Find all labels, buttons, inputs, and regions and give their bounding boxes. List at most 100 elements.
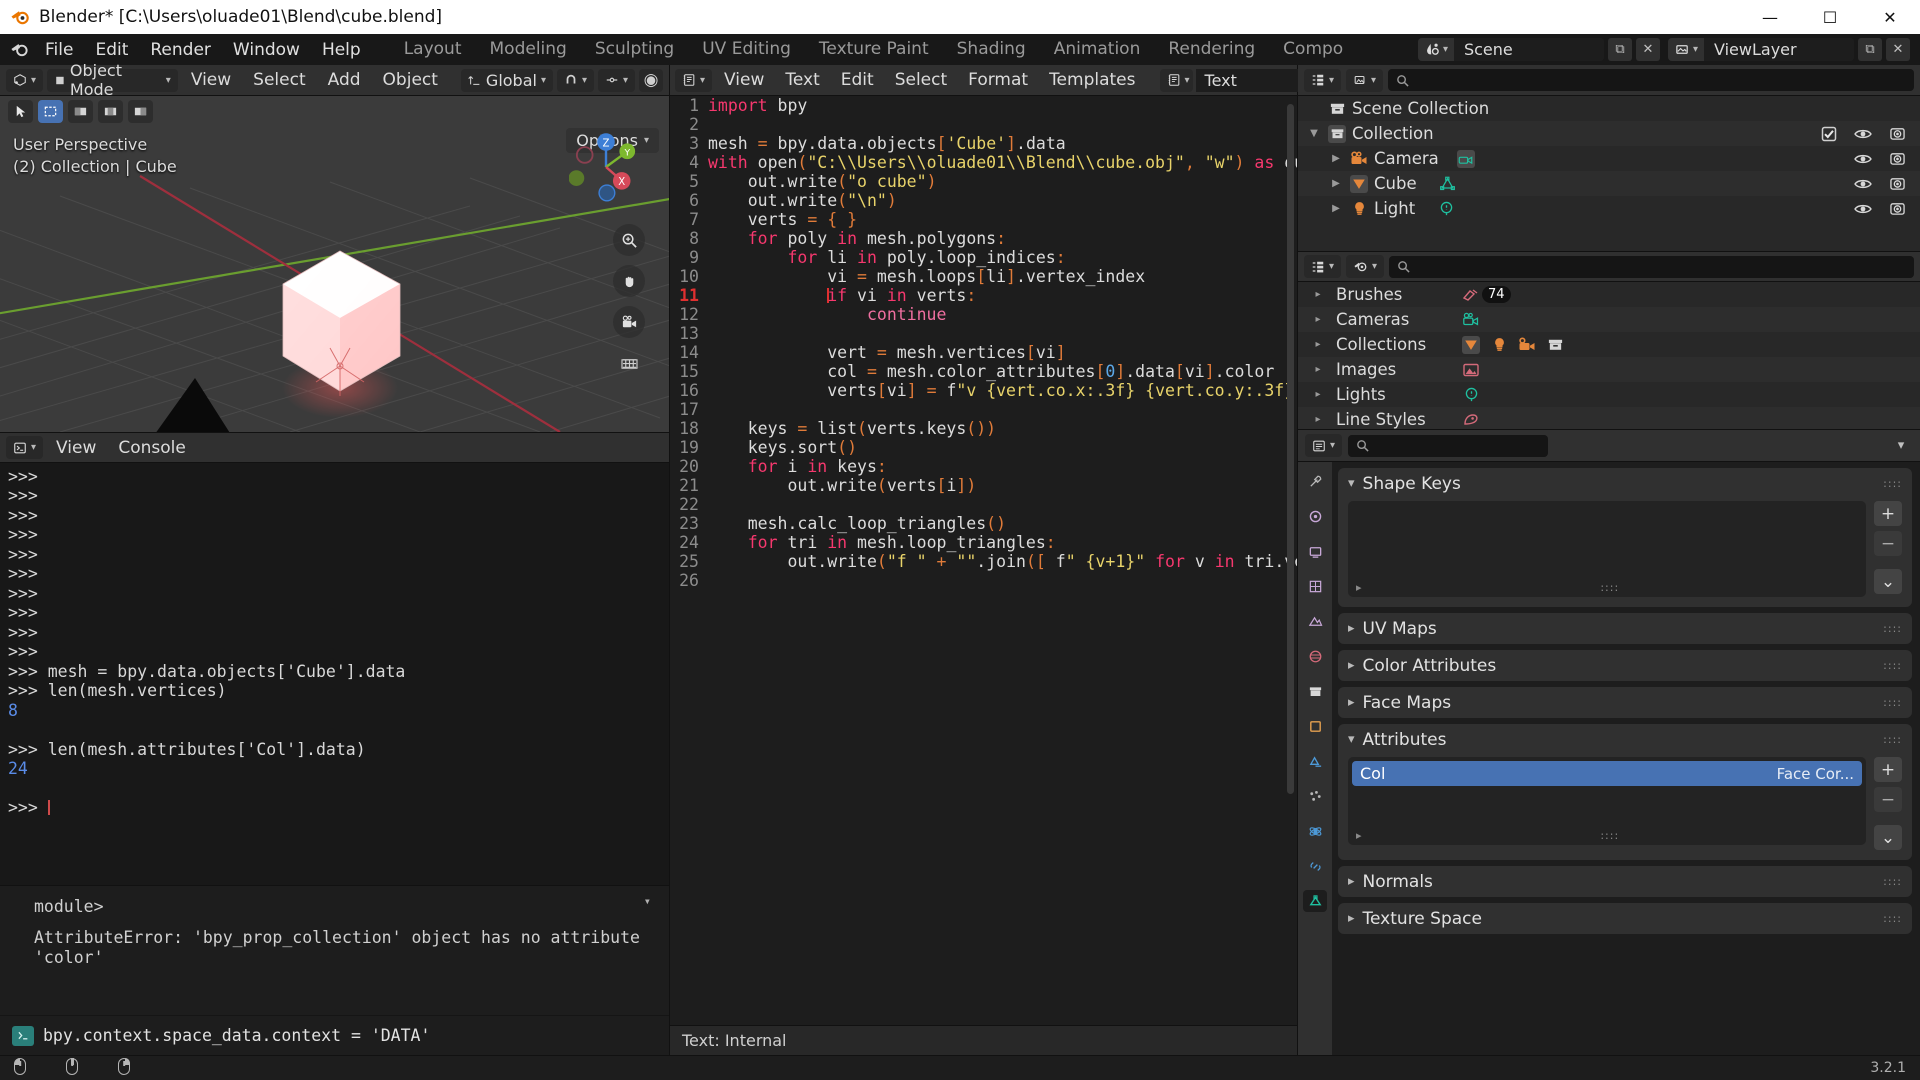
expand-arrow[interactable]: ▸ [1310,414,1326,425]
expand-arrow[interactable]: ▸ [1310,364,1326,375]
properties-tab-particles[interactable] [1303,785,1327,807]
code-line[interactable]: 8 for poly in mesh.polygons: [670,229,1297,248]
viewlayer-name-field[interactable]: ViewLayer [1704,38,1854,61]
outliner-tree[interactable]: Scene Collection ▼ Collection ▶ Camera ▶… [1298,96,1920,251]
menu-edit[interactable]: Edit [84,37,139,63]
text-menu-edit[interactable]: Edit [832,68,883,92]
code-line[interactable]: 14 vert = mesh.vertices[vi] [670,343,1297,362]
menu-help[interactable]: Help [311,37,372,63]
viewlayer-selector[interactable]: ▾ ViewLayer [1667,38,1854,61]
code-line[interactable]: 23 mesh.calc_loop_triangles() [670,514,1297,533]
panel-header-shape-keys[interactable]: ▾ Shape Keys :::: [1338,468,1912,499]
panel-header-face-maps[interactable]: ▸ Face Maps :::: [1338,687,1912,718]
navigation-gizmo[interactable]: Z Y X [569,130,643,204]
drag-handle-icon[interactable]: :::: [1883,622,1902,635]
editor-type-3dview-icon[interactable]: ▾ [6,68,44,92]
panel-header-attributes[interactable]: ▾ Attributes :::: [1338,724,1912,755]
text-menu-format[interactable]: Format [959,68,1037,92]
code-line[interactable]: 24 for tri in mesh.loop_triangles: [670,533,1297,552]
code-line[interactable]: 6 out.write("\n") [670,191,1297,210]
drag-handle-icon[interactable]: :::: [1883,875,1902,888]
code-line[interactable]: 5 out.write("o cube") [670,172,1297,191]
remove-viewlayer-button[interactable]: ✕ [1886,38,1910,61]
expand-arrow-cube[interactable]: ▶ [1328,178,1344,189]
resize-grip-icon[interactable]: :::: [1600,829,1619,842]
scene-name-field[interactable]: Scene [1453,38,1604,61]
expand-arrow-collection[interactable]: ▼ [1306,128,1322,139]
resize-grip-icon[interactable]: :::: [1600,581,1619,594]
outliner-search-input[interactable] [1388,69,1914,91]
proportional-falloff-icon[interactable]: ◉ [639,68,663,92]
properties-tab-physics[interactable] [1303,820,1327,842]
checkbox-enabled-icon[interactable] [1820,125,1838,143]
camera-render-icon[interactable] [1888,175,1906,193]
editor-type-outliner-icon[interactable]: ▾ [1304,68,1342,92]
expand-arrow[interactable]: ▸ [1310,314,1326,325]
properties-tab-object-data[interactable] [1303,890,1327,912]
drag-handle-icon[interactable]: :::: [1883,912,1902,925]
outliner-row-scene-collection[interactable]: Scene Collection [1298,96,1920,121]
console-menu-view[interactable]: View [47,436,105,460]
dapi-row-collections[interactable]: ▸ Collections [1298,332,1920,357]
dapi-row-cameras[interactable]: ▸ Cameras [1298,307,1920,332]
properties-search-input[interactable] [1348,434,1549,457]
code-line[interactable]: 2 [670,115,1297,134]
properties-tab-modifiers[interactable] [1303,750,1327,772]
code-line[interactable]: 10 vi = mesh.loops[li].vertex_index [670,267,1297,286]
camera-render-icon[interactable] [1888,200,1906,218]
dapi-row-images[interactable]: ▸ Images [1298,357,1920,382]
expand-arrow[interactable]: ▸ [1310,289,1326,300]
blender-file-tree[interactable]: ▸ Brushes 74 ▸ Cameras ▸ Collections ▸ I… [1298,282,1920,429]
add-attribute-button[interactable]: + [1874,757,1902,782]
code-line[interactable]: 25 out.write("f " + "".join([ f" {v+1}" … [670,552,1297,571]
properties-tab-view-layer[interactable] [1303,575,1327,597]
camera-icon[interactable] [613,306,645,338]
console-menu-console[interactable]: Console [109,436,195,460]
blender-file-display-mode-icon[interactable]: ▾ [1346,255,1385,278]
panel-header-uv-maps[interactable]: ▸ UV Maps :::: [1338,613,1912,644]
panel-header-color-attributes[interactable]: ▸ Color Attributes :::: [1338,650,1912,681]
camera-render-icon[interactable] [1888,125,1906,143]
menu-render[interactable]: Render [139,37,222,63]
viewlayer-icon[interactable]: ▾ [1667,38,1704,61]
expand-arrow-icon[interactable]: ▸ [1356,581,1362,594]
expand-arrow[interactable]: ▸ [1310,389,1326,400]
box-select-tool-icon[interactable] [38,99,63,123]
viewport-menu-view[interactable]: View [182,68,240,92]
expand-arrow-camera[interactable]: ▶ [1328,153,1344,164]
properties-tab-render[interactable] [1303,505,1327,527]
expand-arrow-light[interactable]: ▶ [1328,203,1344,214]
new-scene-button[interactable]: ⧉ [1607,38,1632,61]
code-line[interactable]: 7 verts = { } [670,210,1297,229]
workspace-tab-layout[interactable]: Layout [390,34,476,65]
eye-icon[interactable] [1854,125,1872,143]
proportional-edit-icon[interactable]: ▾ [598,68,636,92]
drag-handle-icon[interactable]: :::: [1883,733,1902,746]
code-line[interactable]: 1 import bpy [670,96,1297,115]
panel-header-texture-space[interactable]: ▸ Texture Space :::: [1338,903,1912,934]
blender-menu-icon[interactable] [4,40,34,59]
code-line[interactable]: 12 continue [670,305,1297,324]
outliner-display-mode-selector[interactable]: ▾ [1346,68,1384,92]
info-region[interactable]: ▾ module> AttributeError: 'bpy_prop_coll… [0,885,669,1015]
properties-tab-collection[interactable] [1303,680,1327,702]
editor-type-properties-icon[interactable]: ▾ [1305,434,1343,457]
workspace-tab-rendering[interactable]: Rendering [1154,34,1269,65]
lasso-select-tool-icon[interactable] [98,99,123,123]
drag-handle-icon[interactable]: :::: [1883,696,1902,709]
workspace-tab-texture-paint[interactable]: Texture Paint [805,34,943,65]
attributes-listbox[interactable]: Col Face Cor... ▸ :::: [1348,757,1866,845]
text-editor-body[interactable]: 1 import bpy 2 3 mesh = bpy.data.objects['Cu… [670,96,1297,1025]
code-line[interactable]: 22 [670,495,1297,514]
remove-attribute-button[interactable]: − [1874,787,1902,812]
drag-handle-icon[interactable]: :::: [1883,477,1902,490]
text-menu-view[interactable]: View [715,68,773,92]
code-line[interactable]: 18 keys = list(verts.keys()) [670,419,1297,438]
workspace-tab-animation[interactable]: Animation [1040,34,1155,65]
minimize-button[interactable]: — [1740,0,1800,34]
properties-tab-constraints[interactable] [1303,855,1327,877]
hand-icon[interactable] [613,265,645,297]
workspace-tab-uv-editing[interactable]: UV Editing [688,34,805,65]
close-button[interactable]: ✕ [1860,0,1920,34]
dapi-row-lights[interactable]: ▸ Lights [1298,382,1920,407]
